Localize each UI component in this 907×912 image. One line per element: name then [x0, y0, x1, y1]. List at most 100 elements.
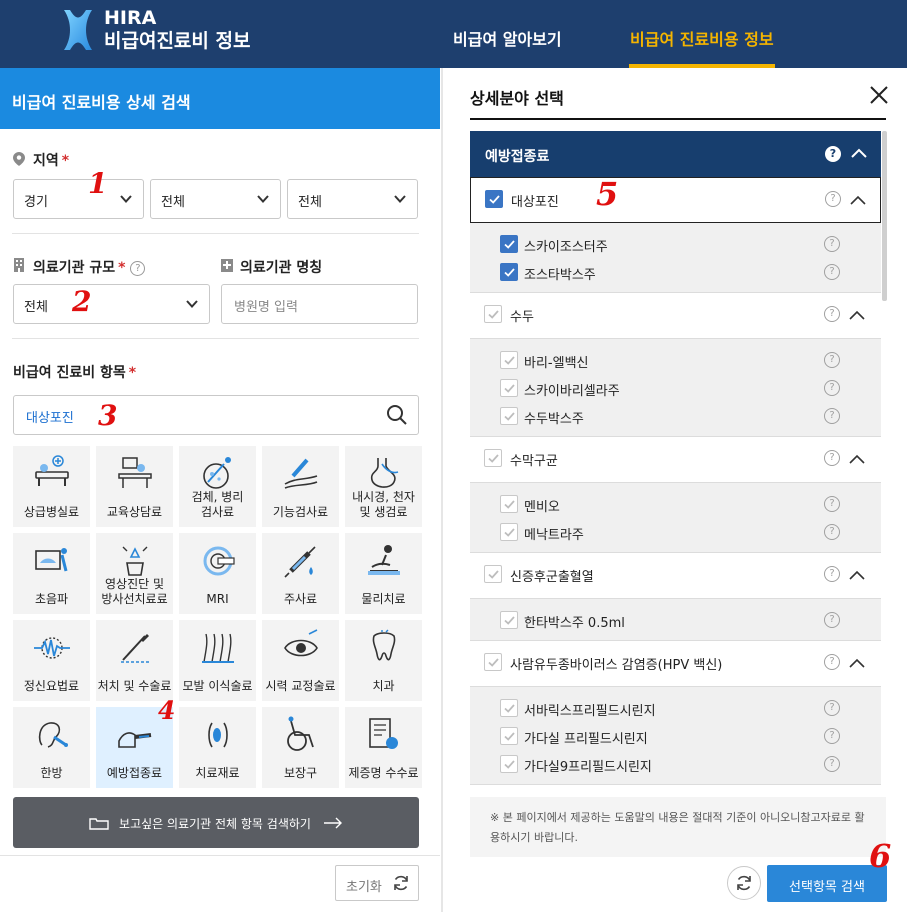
checkbox[interactable]	[484, 305, 502, 323]
checkbox[interactable]	[500, 755, 518, 773]
checkbox[interactable]	[500, 523, 518, 541]
detail-item[interactable]: 한타박스주 0.5ml?	[470, 606, 881, 634]
facility-scale-value: 전체	[24, 300, 48, 315]
category-header[interactable]: 예방접종료 ?	[470, 131, 881, 177]
category-tile[interactable]: 시력 교정술료	[262, 620, 339, 701]
help-icon[interactable]: ?	[825, 191, 841, 207]
checkbox[interactable]	[500, 495, 518, 513]
item-search-input[interactable]: 대상포진	[13, 395, 419, 435]
detail-group-header[interactable]: 사람유두종바이러스 감염증(HPV 백신)?	[470, 641, 881, 687]
checkbox[interactable]	[500, 727, 518, 745]
facility-name-input[interactable]: 병원명 입력	[221, 284, 418, 324]
chevron-up-icon[interactable]	[849, 569, 865, 581]
region-district-select[interactable]: 전체	[287, 179, 418, 219]
help-icon[interactable]: ?	[824, 524, 840, 540]
checkbox[interactable]	[484, 653, 502, 671]
help-icon[interactable]: ?	[824, 306, 840, 322]
chevron-up-icon[interactable]	[850, 194, 866, 206]
checkbox[interactable]	[500, 407, 518, 425]
category-tile[interactable]: 상급병실료	[13, 446, 90, 527]
reset-button[interactable]: 초기화	[335, 865, 419, 901]
help-icon[interactable]: ?	[824, 450, 840, 466]
category-tile[interactable]: 교육상담료	[96, 446, 173, 527]
help-icon[interactable]: ?	[824, 654, 840, 670]
detail-item[interactable]: 바리-엘백신?	[470, 346, 881, 374]
detail-item[interactable]: 수두박스주?	[470, 402, 881, 430]
checkbox[interactable]	[485, 190, 503, 208]
brand[interactable]: HIRA 비급여진료비 정보	[104, 8, 250, 54]
region-city-select[interactable]: 전체	[150, 179, 281, 219]
detail-group-header[interactable]: 수막구균?	[470, 437, 881, 483]
help-icon[interactable]: ?	[824, 236, 840, 252]
category-tile[interactable]: 모발 이식술료	[179, 620, 256, 701]
detail-item[interactable]: 가다실9프리필드시린지?	[470, 750, 881, 778]
detail-group-header[interactable]: 수두?	[470, 293, 881, 339]
chevron-up-icon[interactable]	[851, 147, 867, 159]
help-icon[interactable]: ?	[824, 496, 840, 512]
help-icon[interactable]: ?	[824, 700, 840, 716]
help-icon[interactable]: ?	[824, 264, 840, 280]
help-icon[interactable]: ?	[824, 352, 840, 368]
category-tile[interactable]: 정신요법료	[13, 620, 90, 701]
help-icon[interactable]: ?	[824, 566, 840, 582]
help-icon[interactable]: ?	[824, 728, 840, 744]
facility-scale-select[interactable]: 전체	[13, 284, 210, 324]
category-tile[interactable]: 영상진단 및 방사선치료료	[96, 533, 173, 614]
checkbox[interactable]	[500, 235, 518, 253]
checkbox[interactable]	[500, 263, 518, 281]
chevron-up-icon[interactable]	[849, 453, 865, 465]
chevron-up-icon[interactable]	[849, 309, 865, 321]
checkbox[interactable]	[500, 351, 518, 369]
checkbox[interactable]	[500, 379, 518, 397]
chevron-up-icon[interactable]	[849, 657, 865, 669]
category-tile[interactable]: 내시경, 천자 및 생검료	[345, 446, 422, 527]
search-icon[interactable]	[386, 404, 408, 426]
category-tile[interactable]: 보장구	[262, 707, 339, 788]
help-icon[interactable]: ?	[130, 261, 146, 276]
category-tile[interactable]: 검체, 병리 검사료	[179, 446, 256, 527]
category-tile[interactable]: 치료재료	[179, 707, 256, 788]
nav-active-indicator	[629, 64, 775, 68]
category-tile[interactable]: 한방	[13, 707, 90, 788]
category-tile[interactable]: 주사료	[262, 533, 339, 614]
scrollbar[interactable]	[882, 131, 887, 301]
category-tile[interactable]: 제증명 수수료	[345, 707, 422, 788]
checkbox[interactable]	[484, 565, 502, 583]
checkbox[interactable]	[500, 611, 518, 629]
category-tile[interactable]: 기능검사료	[262, 446, 339, 527]
divider	[12, 233, 419, 234]
nav-noncovered-cost[interactable]: 비급여 진료비용 정보	[630, 26, 774, 50]
category-tile-label: 보장구	[283, 766, 318, 780]
detail-group-header[interactable]: 대상포진?	[470, 177, 881, 223]
help-icon[interactable]: ?	[824, 380, 840, 396]
search-all-items-button[interactable]: 보고싶은 의료기관 전체 항목 검색하기	[13, 797, 419, 848]
refresh-button[interactable]	[727, 866, 761, 900]
detail-item[interactable]: 멘비오?	[470, 490, 881, 518]
category-tile[interactable]: 처치 및 수술료	[96, 620, 173, 701]
detail-item[interactable]: 조스타박스주?	[470, 258, 881, 286]
detail-item[interactable]: 스카이바리셀라주?	[470, 374, 881, 402]
detail-item[interactable]: 가다실 프리필드시린지?	[470, 722, 881, 750]
help-icon[interactable]: ?	[824, 408, 840, 424]
detail-item[interactable]: 서바릭스프리필드시린지?	[470, 694, 881, 722]
detail-item[interactable]: 메낙트라주?	[470, 518, 881, 546]
checkbox[interactable]	[500, 699, 518, 717]
category-tile-label: 검체, 병리 검사료	[191, 490, 244, 519]
hira-logo-icon[interactable]	[58, 6, 98, 54]
category-tile[interactable]: MRI	[179, 533, 256, 614]
stomach-icon	[370, 458, 399, 488]
close-icon[interactable]	[868, 84, 890, 106]
detail-item-list: 바리-엘백신? 스카이바리셀라주? 수두박스주?	[470, 339, 881, 437]
detail-item-label: 메낙트라주	[524, 528, 584, 543]
help-icon[interactable]: ?	[824, 756, 840, 772]
region-province-select[interactable]: 경기	[13, 179, 144, 219]
category-tile[interactable]: 초음파	[13, 533, 90, 614]
checkbox[interactable]	[484, 449, 502, 467]
category-tile[interactable]: 치과	[345, 620, 422, 701]
detail-item[interactable]: 스카이조스터주?	[470, 230, 881, 258]
category-tile[interactable]: 물리치료	[345, 533, 422, 614]
help-icon[interactable]: ?	[825, 146, 841, 162]
nav-noncovered-intro[interactable]: 비급여 알아보기	[453, 26, 562, 50]
detail-group-header[interactable]: 신증후군출혈열?	[470, 553, 881, 599]
help-icon[interactable]: ?	[824, 612, 840, 628]
